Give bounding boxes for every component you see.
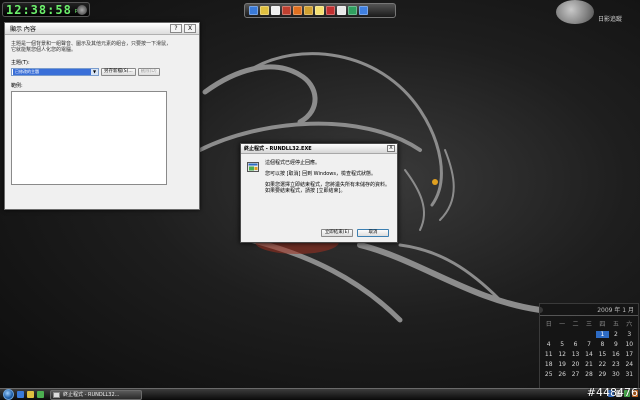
calendar-grid: 日一二三四五六 1 2 3 4 5 6 7 8 9 10 11 12 13 14 15 16 17 18 19 20 21… bbox=[540, 316, 638, 381]
sample-label: 範例: bbox=[11, 83, 23, 89]
moon-gadget-icon[interactable] bbox=[556, 0, 594, 24]
mail-icon[interactable] bbox=[326, 6, 335, 15]
folder-icon[interactable] bbox=[260, 6, 269, 15]
dialog-title: 終止程式 - RUNDLL32.EXE bbox=[244, 146, 312, 152]
message-line-3: 如果您選擇立即結束程式，您將遺失所有未儲存的資料。如果要結束程式，請按 [立即結… bbox=[265, 182, 391, 194]
calendar-day[interactable]: 17 bbox=[623, 351, 636, 358]
taskbar-item-label: 終止程式 - RUNDLL32... bbox=[63, 391, 120, 398]
explorer-icon[interactable] bbox=[27, 391, 34, 398]
calendar-day[interactable]: 28 bbox=[582, 371, 595, 378]
calendar-day[interactable]: 25 bbox=[542, 371, 555, 378]
calendar-weekday: 一 bbox=[559, 321, 566, 328]
calendar-day[interactable]: 16 bbox=[609, 351, 622, 358]
calendar-day[interactable]: 31 bbox=[623, 371, 636, 378]
calendar-weekday: 二 bbox=[572, 321, 579, 328]
calendar-day[interactable]: 23 bbox=[609, 361, 622, 368]
calendar-weekday: 日 bbox=[545, 321, 552, 328]
taskbar-item-end-program[interactable]: 終止程式 - RUNDLL32... bbox=[50, 389, 142, 400]
end-program-dialog: 終止程式 - RUNDLL32.EXE X 這個程式已經停止回應。 您可以按 [… bbox=[240, 143, 398, 243]
calendar-weekday: 五 bbox=[612, 321, 619, 328]
monitor-icon[interactable] bbox=[249, 6, 258, 15]
calendar-day[interactable]: 4 bbox=[542, 341, 555, 348]
dialog-titlebar[interactable]: 顯示 內容 ? X bbox=[5, 23, 199, 35]
calendar-day[interactable]: 19 bbox=[555, 361, 568, 368]
help-button[interactable]: ? bbox=[170, 24, 182, 33]
message-line-1: 這個程式已經停止回應。 bbox=[265, 160, 321, 166]
dialog-title: 顯示 內容 bbox=[10, 26, 36, 33]
theme-preview bbox=[11, 91, 167, 185]
theme-select-value: 已修改的主題 bbox=[13, 69, 93, 75]
music-icon[interactable] bbox=[304, 6, 313, 15]
close-button[interactable]: X bbox=[184, 24, 196, 33]
calendar-day[interactable]: 7 bbox=[582, 341, 595, 348]
search-icon[interactable] bbox=[348, 6, 357, 15]
calendar-header[interactable]: 2009 年 1 月 bbox=[540, 304, 638, 316]
calendar-day bbox=[555, 331, 568, 338]
document-icon[interactable] bbox=[271, 6, 280, 15]
globe-icon[interactable] bbox=[359, 6, 368, 15]
calendar-day[interactable]: 8 bbox=[596, 341, 609, 348]
calendar-day[interactable]: 10 bbox=[623, 341, 636, 348]
program-icon bbox=[53, 391, 60, 398]
calendar-day[interactable]: 18 bbox=[542, 361, 555, 368]
clock-time: 12:38:58 bbox=[6, 2, 72, 17]
dialog-titlebar[interactable]: 終止程式 - RUNDLL32.EXE X bbox=[241, 144, 397, 154]
message-line-2: 您可以按 [取消] 回到 Windows，檢查程式狀態。 bbox=[265, 171, 376, 177]
chevron-down-icon[interactable]: ▼ bbox=[91, 69, 98, 75]
calendar-day[interactable]: 14 bbox=[582, 351, 595, 358]
calendar-day[interactable]: 6 bbox=[569, 341, 582, 348]
calendar-day[interactable]: 2 bbox=[609, 331, 622, 338]
calendar-day[interactable]: 21 bbox=[582, 361, 595, 368]
calendar-day[interactable]: 1 bbox=[595, 331, 610, 338]
theme-select[interactable]: 已修改的主題 ▼ bbox=[11, 68, 99, 76]
display-properties-dialog: 顯示 內容 ? X 主題是一個背景和一組聲音、圖示及其他元素的組合，只要按一下滑… bbox=[4, 22, 200, 210]
media-icon[interactable] bbox=[293, 6, 302, 15]
program-icon bbox=[247, 162, 259, 172]
calendar-day[interactable]: 11 bbox=[542, 351, 555, 358]
close-button[interactable]: X bbox=[387, 145, 395, 152]
calendar-gadget: 2009 年 1 月 日一二三四五六 1 2 3 4 5 6 7 8 9 10 11 12 13 14 15 1… bbox=[539, 303, 639, 389]
calendar-day[interactable]: 5 bbox=[555, 341, 568, 348]
taskbar: 終止程式 - RUNDLL32... bbox=[0, 388, 640, 400]
calendar-weekday: 四 bbox=[599, 321, 606, 328]
calendar-day[interactable]: 29 bbox=[596, 371, 609, 378]
calendar-day[interactable]: 27 bbox=[569, 371, 582, 378]
calendar-weekday: 三 bbox=[585, 321, 592, 328]
calendar-day[interactable]: 3 bbox=[623, 331, 636, 338]
clock-settings-icon[interactable] bbox=[77, 5, 87, 15]
save-as-button[interactable]: 另存新檔(S)... bbox=[101, 68, 136, 76]
calculator-icon[interactable] bbox=[337, 6, 346, 15]
calendar-day[interactable]: 30 bbox=[609, 371, 622, 378]
calendar-day[interactable]: 22 bbox=[596, 361, 609, 368]
calendar-day[interactable]: 12 bbox=[555, 351, 568, 358]
top-launch-toolbar bbox=[244, 3, 396, 18]
theme-description: 主題是一個背景和一組聲音、圖示及其他元素的組合，只要按一下滑鼠，它就能幫您個人化… bbox=[11, 41, 172, 53]
start-button[interactable] bbox=[3, 389, 14, 400]
calendar-day bbox=[542, 331, 555, 338]
calendar-day[interactable]: 9 bbox=[609, 341, 622, 348]
note-icon[interactable] bbox=[315, 6, 324, 15]
photo-icon[interactable] bbox=[282, 6, 291, 15]
calendar-day bbox=[582, 331, 595, 338]
calendar-day[interactable]: 15 bbox=[596, 351, 609, 358]
cancel-button[interactable]: 取消 bbox=[357, 229, 389, 237]
calendar-day bbox=[569, 331, 582, 338]
watermark: #448476 bbox=[586, 386, 638, 399]
browser-icon[interactable] bbox=[37, 391, 44, 398]
calendar-weekday: 六 bbox=[626, 321, 633, 328]
clock-gadget[interactable]: 12:38:58 PM bbox=[2, 2, 90, 17]
theme-label: 主題(T): bbox=[11, 60, 30, 66]
calendar-day[interactable]: 13 bbox=[569, 351, 582, 358]
moon-gadget-label: 日影追蹤 bbox=[598, 16, 623, 23]
delete-button[interactable]: 刪除(D) bbox=[137, 68, 160, 76]
calendar-day[interactable]: 24 bbox=[623, 361, 636, 368]
calendar-day[interactable]: 26 bbox=[555, 371, 568, 378]
calendar-day[interactable]: 20 bbox=[569, 361, 582, 368]
end-now-button[interactable]: 立即結束(E) bbox=[321, 229, 353, 237]
show-desktop-icon[interactable] bbox=[17, 391, 24, 398]
